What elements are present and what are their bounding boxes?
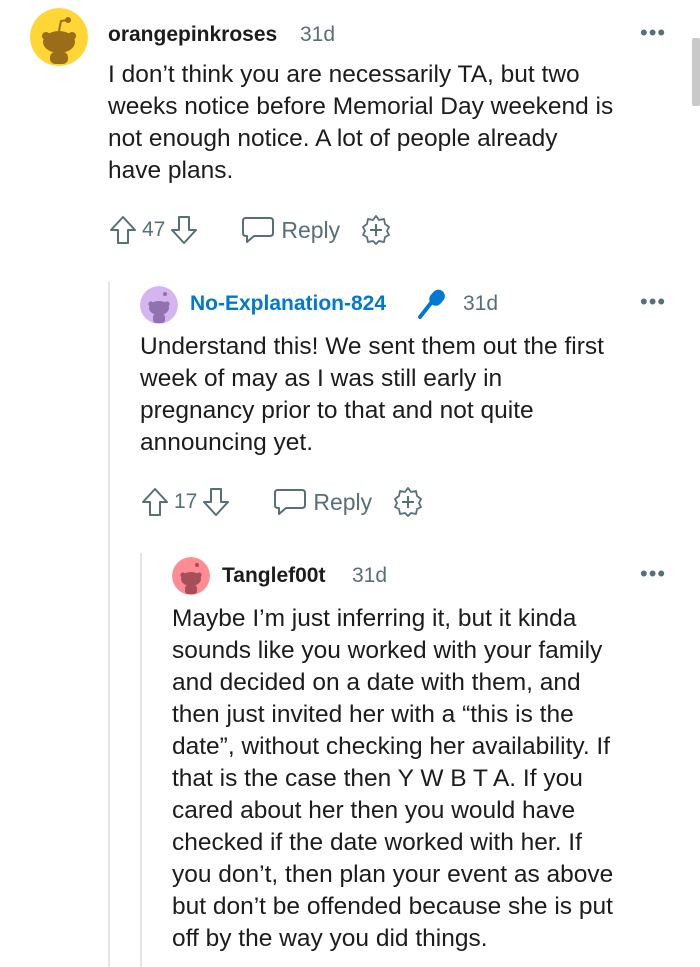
award-plus-icon[interactable] [392,486,424,518]
thread-line-level-1 [108,282,110,967]
comment-line: and decided on a date with them, and [172,669,581,696]
username[interactable]: orangepinkroses [108,23,277,47]
comment-line: not enough notice. A lot of people alrea… [108,125,558,152]
comment-body: Understand this! We sent them out the fi… [140,331,604,459]
comment-actions: 47 Reply [108,212,392,248]
comment-line: date”, without checking her availability… [172,733,611,760]
speech-bubble-icon [273,487,307,517]
comment-line: sounds like you worked with your family [172,637,603,664]
timestamp: 31d [352,564,388,587]
speech-bubble-icon [241,215,275,245]
comment-line: but don’t be offended because she is put [172,893,613,920]
username[interactable]: Tanglef00t [222,564,325,588]
comment-line: I don’t think you are necessarily TA, bu… [108,61,580,88]
avatar[interactable] [140,286,178,324]
avatar[interactable] [30,8,88,66]
scrollbar[interactable] [692,38,700,106]
vote-score: 47 [142,218,166,241]
upvote-arrow-icon[interactable] [108,214,138,246]
snoo-avatar-icon [140,286,178,324]
comment-line: weeks notice before Memorial Day weekend… [108,93,614,120]
comment-line: cared about her then you would have [172,797,576,824]
microphone-icon [414,286,450,322]
comment-body: I don’t think you are necessarily TA, bu… [108,59,613,187]
reply-label: Reply [281,216,341,243]
downvote-arrow-icon[interactable] [201,486,231,518]
more-options-icon[interactable]: ••• [640,291,666,313]
comment-line: off by the way you did things. [172,925,488,952]
comment-line: Maybe I’m just inferring it, but it kind… [172,605,577,632]
comment-line: pregnancy prior to that and not quite [140,397,534,424]
reply-button[interactable]: Reply [273,487,372,517]
thread-line-level-2 [140,553,142,967]
comment-line: you don’t, then plan your event as above [172,861,614,888]
comment-actions: 17 Reply [140,484,424,520]
snoo-avatar-icon [30,8,88,66]
vote-score: 17 [174,490,198,513]
comment-line: Understand this! We sent them out the fi… [140,333,604,360]
more-options-icon[interactable]: ••• [640,22,666,44]
avatar[interactable] [172,557,210,595]
reply-button[interactable]: Reply [241,215,340,245]
comment-line: announcing yet. [140,429,313,456]
comment-line: week of may as I was still early in [140,365,503,392]
comment-line: that is the case then Y W B T A. If you [172,765,583,792]
downvote-arrow-icon[interactable] [169,214,199,246]
more-options-icon[interactable]: ••• [640,563,666,585]
comment-line: have plans. [108,157,234,184]
reply-label: Reply [313,488,373,515]
upvote-arrow-icon[interactable] [140,486,170,518]
comment-body: Maybe I’m just inferring it, but it kind… [172,603,613,955]
username[interactable]: No-Explanation-824 [190,292,386,316]
timestamp: 31d [463,292,499,315]
award-plus-icon[interactable] [360,214,392,246]
snoo-avatar-icon [172,557,210,595]
comment-line: then just invited her with a “this is th… [172,701,574,728]
timestamp: 31d [300,23,336,46]
comment-line: checked if the date worked with her. If [172,829,582,856]
